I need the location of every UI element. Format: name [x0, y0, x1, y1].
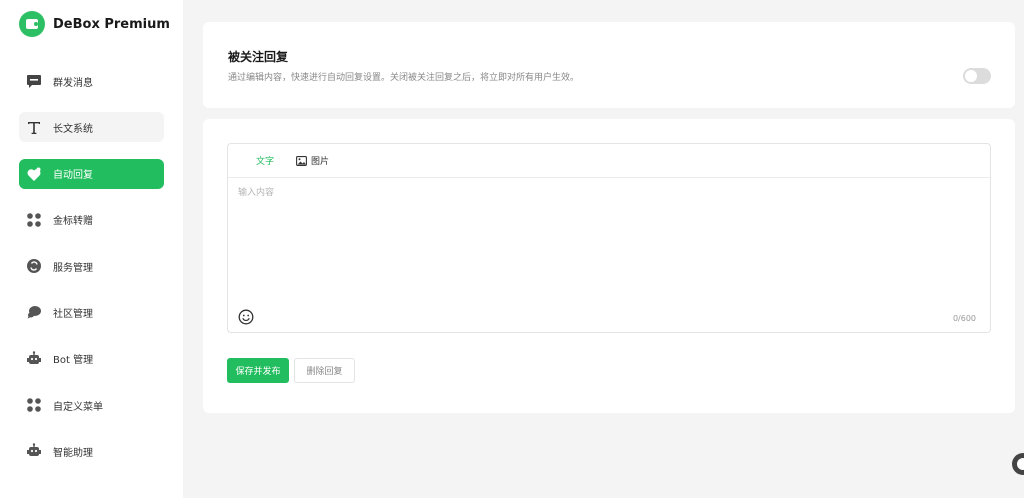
- tab-text[interactable]: 文字: [256, 154, 274, 167]
- brand-name: DeBox Premium: [53, 16, 170, 32]
- auto-reply-icon: [25, 165, 43, 183]
- sidebar-nav: 群发消息 长文系统 自动回复 金标转赠 服务管理 社区管理 Bot 管理 自定义…: [19, 66, 164, 483]
- help-floating-icon[interactable]: [1012, 453, 1024, 475]
- sidebar-item-label: 自定义菜单: [53, 401, 103, 413]
- sidebar-item-label: 金标转赠: [53, 216, 93, 228]
- text-icon: [25, 118, 43, 136]
- sidebar-item-label: 社区管理: [53, 308, 93, 320]
- tab-label: 图片: [311, 157, 330, 167]
- follow-reply-toggle[interactable]: [963, 68, 991, 84]
- sidebar-item-label: 长文系统: [53, 123, 93, 135]
- message-icon: [25, 72, 43, 90]
- content-input[interactable]: 输入内容: [238, 185, 274, 198]
- sidebar-item-label: 群发消息: [53, 77, 93, 89]
- sidebar-item-longform[interactable]: 长文系统: [19, 112, 164, 143]
- editor-tabs: 文字 图片: [228, 144, 990, 178]
- save-publish-button[interactable]: 保存并发布: [227, 358, 289, 383]
- image-icon: [296, 155, 307, 166]
- sidebar-item-gold-transfer[interactable]: 金标转赠: [19, 205, 164, 235]
- sidebar-item-label: 服务管理: [53, 262, 93, 274]
- char-counter: 0/600: [952, 314, 976, 323]
- toggle-knob: [965, 70, 977, 82]
- tab-image[interactable]: 图片: [296, 154, 329, 167]
- sidebar-item-service[interactable]: 服务管理: [19, 251, 164, 281]
- sidebar-item-label: Bot 管理: [53, 355, 94, 367]
- grid-icon: [25, 211, 43, 229]
- sidebar-item-community[interactable]: 社区管理: [19, 297, 164, 327]
- bot-icon: [25, 350, 43, 368]
- sidebar-item-broadcast[interactable]: 群发消息: [19, 66, 164, 96]
- grid-icon: [25, 396, 43, 414]
- sidebar: DeBox Premium 群发消息 长文系统 自动回复 金标转赠 服务管理 社…: [0, 0, 183, 498]
- section-title: 被关注回复: [228, 50, 289, 64]
- sidebar-item-auto-reply[interactable]: 自动回复: [19, 158, 164, 189]
- service-icon: [25, 257, 43, 275]
- reply-editor: 文字 图片 输入内容 0/600: [227, 143, 991, 333]
- sidebar-item-label: 自动回复: [53, 170, 93, 182]
- section-description: 通过编辑内容，快速进行自动回复设置。关闭被关注回复之后，将立即对所有用户生效。: [228, 73, 580, 83]
- delete-reply-button[interactable]: 删除回复: [294, 358, 355, 383]
- sidebar-item-assistant[interactable]: 智能助理: [19, 436, 164, 466]
- sidebar-item-bot[interactable]: Bot 管理: [19, 344, 164, 374]
- chat-bubbles-icon: [25, 303, 43, 321]
- sidebar-item-label: 智能助理: [53, 447, 93, 459]
- brand[interactable]: DeBox Premium: [19, 10, 170, 38]
- sidebar-item-custom-menu[interactable]: 自定义菜单: [19, 390, 164, 420]
- smiley-icon[interactable]: [238, 309, 254, 325]
- wallet-icon: [19, 11, 45, 37]
- reply-editor-card: 文字 图片 输入内容 0/600 保存并发布 删除回复: [203, 119, 1015, 413]
- bot-icon: [25, 442, 43, 460]
- follow-reply-card: 被关注回复 通过编辑内容，快速进行自动回复设置。关闭被关注回复之后，将立即对所有…: [203, 22, 1015, 108]
- tab-label: 文字: [256, 157, 275, 167]
